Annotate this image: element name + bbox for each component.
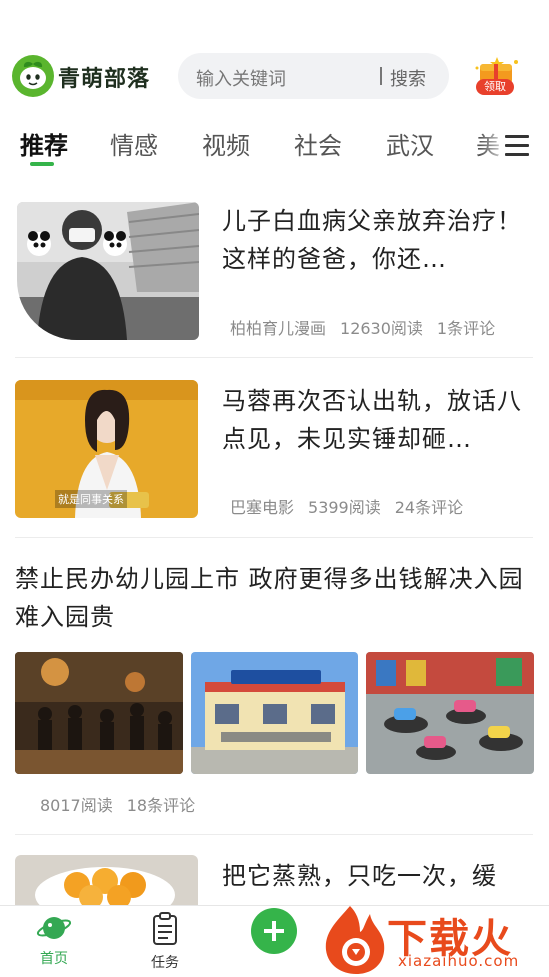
article-title[interactable]: 马蓉再次否认出轨，放话八点见，未见实锤却砸… [222, 382, 527, 458]
article-meta: 巴塞电影 5399阅读 24条评论 [230, 494, 477, 518]
article-reads: 8017阅读 [40, 796, 113, 815]
watermark-url: xiazaihuo.com [398, 952, 520, 970]
nav-tasks[interactable]: 任务 [135, 912, 195, 972]
search-bar[interactable]: 输入关键词 搜索 [178, 53, 449, 99]
app-logo-icon [12, 55, 54, 97]
list-divider [15, 834, 533, 835]
article-source: 柏柏育儿漫画 [230, 319, 327, 338]
watermark: 下载火 xiazaihuo.com [320, 900, 549, 976]
article-thumbnail: 就是同事关系 [15, 380, 198, 518]
article-meta: 8017阅读 18条评论 [40, 792, 209, 816]
nav-home[interactable]: 首页 [24, 912, 84, 968]
article-meta: 柏柏育儿漫画 12630阅读 1条评论 [230, 315, 509, 339]
app-name: 青萌部落 [58, 67, 151, 92]
article-thumbnail [15, 855, 198, 905]
app-header: 青萌部落 输入关键词 搜索 领取 [0, 0, 549, 120]
search-button[interactable]: 搜索 [390, 65, 426, 91]
article-source: 巴塞电影 [230, 498, 295, 517]
menu-icon[interactable] [505, 133, 529, 159]
reward-button[interactable]: 领取 [472, 56, 522, 98]
article-reads: 5399阅读 [308, 498, 381, 517]
article-comments: 18条评论 [126, 796, 196, 815]
article-title[interactable]: 儿子白血病父亲放弃治疗！这样的爸爸，你还… [222, 202, 527, 278]
planet-icon [36, 917, 72, 939]
reward-label: 领取 [476, 79, 514, 95]
clipboard-icon [153, 912, 177, 945]
article-image-3 [366, 652, 534, 774]
article-comments: 1条评论 [436, 319, 496, 338]
list-divider [15, 537, 533, 538]
nav-home-label: 首页 [40, 951, 68, 967]
plus-icon [264, 921, 284, 941]
search-divider [380, 67, 382, 85]
list-item[interactable]: 禁止民办幼儿园上市 政府更得多出钱解决入园难入园贵 8017阅读 18条评论 [0, 560, 549, 830]
publish-button[interactable] [251, 908, 297, 954]
list-item[interactable]: 就是同事关系 马蓉再次否认出轨，放话八点见，未见实锤却砸… 巴塞电影 5399阅读… [0, 380, 549, 538]
tab-emotion[interactable]: 情感 [110, 126, 158, 161]
tab-recommend[interactable]: 推荐 [20, 126, 68, 161]
flame-logo-icon [325, 906, 385, 974]
list-item[interactable]: 儿子白血病父亲放弃治疗！这样的爸爸，你还… 柏柏育儿漫画 12630阅读 1条评论 [0, 200, 549, 358]
category-tabs: 推荐 情感 视频 社会 武汉 美 [0, 122, 549, 172]
article-title[interactable]: 把它蒸熟，只吃一次，缓 [222, 857, 527, 895]
search-input[interactable]: 输入关键词 [196, 65, 286, 91]
list-item[interactable]: 把它蒸熟，只吃一次，缓 [0, 855, 549, 905]
active-tab-indicator [30, 162, 54, 166]
article-thumbnail [17, 202, 199, 340]
tab-society[interactable]: 社会 [294, 126, 342, 161]
article-title[interactable]: 禁止民办幼儿园上市 政府更得多出钱解决入园难入园贵 [15, 560, 535, 636]
article-image-2 [191, 652, 358, 774]
nav-tasks-label: 任务 [151, 955, 179, 971]
article-reads: 12630阅读 [340, 319, 423, 338]
article-image-1 [15, 652, 183, 774]
tab-video[interactable]: 视频 [202, 126, 250, 161]
list-divider [15, 357, 533, 358]
article-comments: 24条评论 [394, 498, 464, 517]
thumbnail-caption: 就是同事关系 [58, 492, 124, 506]
tab-wuhan[interactable]: 武汉 [386, 126, 434, 161]
